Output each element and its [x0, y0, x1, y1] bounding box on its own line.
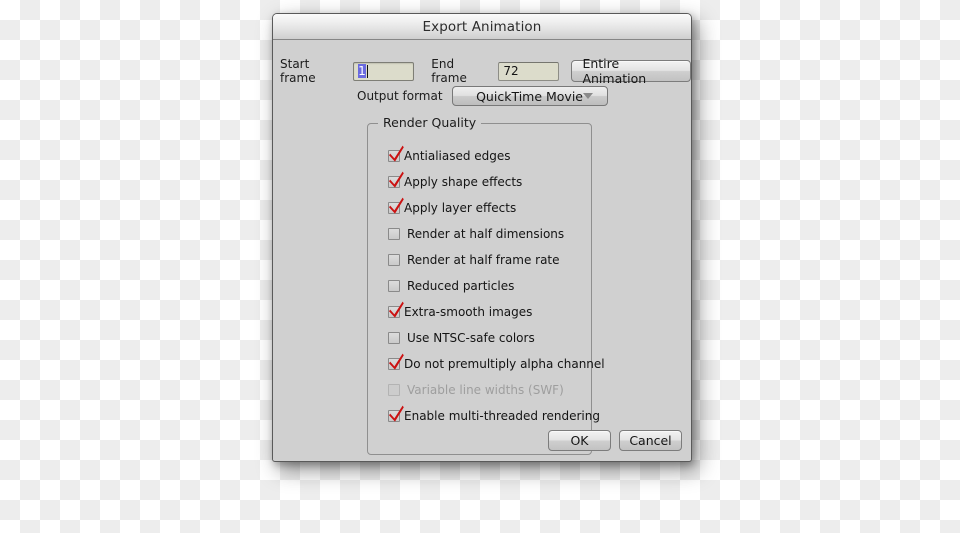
checkbox-label: Reduced particles: [407, 279, 515, 293]
checkbox-row[interactable]: Reduced particles: [388, 273, 585, 299]
dialog-body: Start frame 1 End frame 72 Entire Animat…: [273, 40, 691, 460]
checkbox-unchecked-icon: [388, 384, 400, 396]
output-format-value: QuickTime Movie: [476, 88, 583, 104]
checkbox-checked-icon[interactable]: [388, 171, 404, 188]
frame-range-row: Start frame 1 End frame 72 Entire Animat…: [273, 56, 691, 86]
checkmark-icon: [389, 145, 404, 162]
checkbox-label: Enable multi-threaded rendering: [404, 409, 600, 423]
checkbox-row[interactable]: Render at half frame rate: [388, 247, 585, 273]
ok-button[interactable]: OK: [548, 430, 611, 451]
checkbox-label: Use NTSC-safe colors: [407, 331, 535, 345]
cancel-button[interactable]: Cancel: [619, 430, 682, 451]
output-format-label: Output format: [357, 89, 443, 103]
checkbox-row: Variable line widths (SWF): [388, 377, 585, 403]
checkbox-unchecked-icon[interactable]: [388, 228, 400, 240]
checkbox-label: Render at half dimensions: [407, 227, 565, 241]
checkmark-icon: [389, 353, 404, 370]
checkbox-row[interactable]: Apply layer effects: [388, 195, 585, 221]
render-quality-options: Antialiased edges Apply shape effects Appl…: [388, 143, 605, 429]
start-frame-input[interactable]: 1: [353, 61, 415, 81]
chevron-down-icon: [582, 93, 593, 99]
checkbox-row[interactable]: Render at half dimensions: [388, 221, 585, 247]
end-frame-input[interactable]: 72: [498, 61, 560, 81]
checkbox-checked-icon[interactable]: [388, 145, 404, 162]
checkbox-checked-icon[interactable]: [388, 405, 404, 422]
checkbox-unchecked-icon[interactable]: [388, 280, 400, 292]
dialog-titlebar[interactable]: Export Animation: [273, 14, 691, 40]
checkbox-unchecked-icon[interactable]: [388, 332, 400, 344]
end-frame-label: End frame: [431, 57, 467, 85]
checkbox-row[interactable]: Use NTSC-safe colors: [388, 325, 585, 351]
export-animation-dialog: Export Animation Start frame 1 End frame…: [272, 13, 692, 462]
checkbox-checked-icon[interactable]: [388, 353, 404, 370]
end-frame-value: 72: [503, 64, 519, 78]
text-caret: [366, 64, 368, 78]
checkbox-row[interactable]: Apply shape effects: [388, 169, 585, 195]
start-frame-value: 1: [358, 64, 366, 78]
checkmark-icon: [389, 405, 404, 422]
output-format-select[interactable]: QuickTime Movie: [451, 86, 608, 106]
checkbox-row[interactable]: Enable multi-threaded rendering: [388, 403, 600, 429]
checkmark-icon: [389, 197, 404, 214]
checkbox-label: Antialiased edges: [404, 149, 511, 163]
checkmark-icon: [389, 171, 404, 188]
start-frame-label: Start frame: [280, 57, 316, 85]
checkbox-row[interactable]: Extra-smooth images: [388, 299, 585, 325]
checkbox-label: Render at half frame rate: [407, 253, 560, 267]
checkbox-label: Variable line widths (SWF): [407, 383, 564, 397]
checkbox-row[interactable]: Do not premultiply alpha channel: [388, 351, 605, 377]
render-quality-title: Render Quality: [378, 115, 482, 130]
checkbox-label: Do not premultiply alpha channel: [404, 357, 605, 371]
checkbox-label: Apply shape effects: [404, 175, 523, 189]
checkbox-row[interactable]: Antialiased edges: [388, 143, 585, 169]
checkbox-checked-icon[interactable]: [388, 301, 404, 318]
dialog-title: Export Animation: [422, 18, 542, 35]
checkmark-icon: [389, 301, 404, 318]
checkbox-unchecked-icon[interactable]: [388, 254, 400, 266]
render-quality-group: Render Quality Antialiased edges Apply sh…: [367, 115, 605, 455]
output-format-row: Output format QuickTime Movie: [273, 86, 691, 106]
dialog-footer: OK Cancel: [548, 430, 682, 451]
checkbox-checked-icon[interactable]: [388, 197, 404, 214]
entire-animation-button[interactable]: Entire Animation: [571, 56, 691, 86]
checkbox-label: Apply layer effects: [404, 201, 517, 215]
checkbox-label: Extra-smooth images: [404, 305, 533, 319]
